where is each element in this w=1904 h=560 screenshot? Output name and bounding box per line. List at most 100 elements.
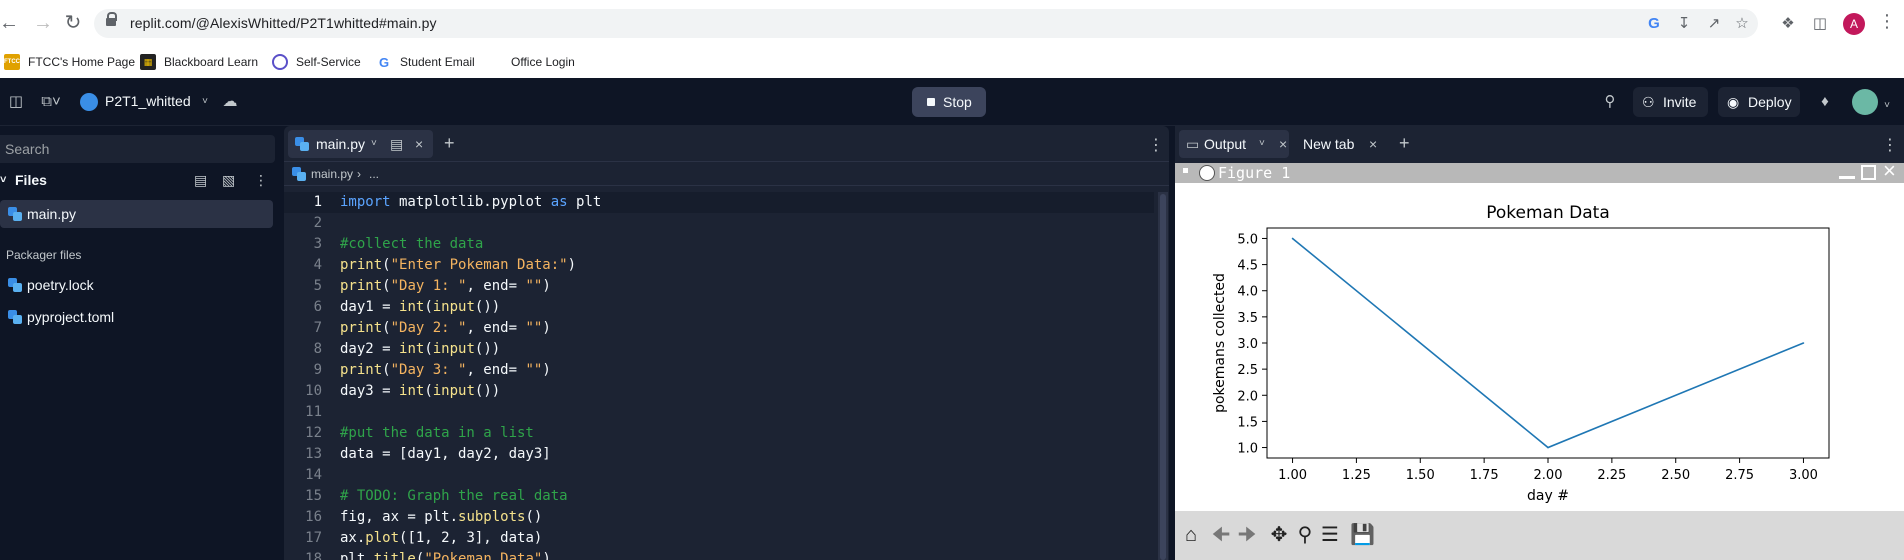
address-bar[interactable]: replit.com/@AlexisWhitted/P2T1whitted#ma… xyxy=(94,9,1758,38)
bookmark-star-icon[interactable]: ☆ xyxy=(1732,14,1752,34)
add-tab-icon[interactable]: + xyxy=(444,133,455,154)
breadcrumb-file[interactable]: main.py xyxy=(311,162,353,186)
bookmark-office-login[interactable]: Office Login xyxy=(488,52,575,72)
maximize-icon[interactable] xyxy=(1861,165,1876,180)
code-line[interactable]: 10 day3 = int(input()) xyxy=(284,381,1154,402)
bookmark-student-email[interactable]: G Student Email xyxy=(376,52,475,72)
search-input[interactable]: Search xyxy=(0,135,275,163)
close-icon[interactable]: × xyxy=(1369,130,1377,158)
pan-move-icon[interactable]: ✥ xyxy=(1267,523,1291,547)
chevron-down-icon: ˅ xyxy=(0,174,7,186)
user-avatar[interactable] xyxy=(1852,89,1878,115)
data-point xyxy=(1547,446,1549,449)
forward-arrow-icon[interactable]: → xyxy=(30,10,56,36)
google-translate-icon[interactable]: G xyxy=(1644,14,1664,34)
code-text: day2 = int(input()) xyxy=(340,341,501,357)
close-window-icon[interactable]: × xyxy=(1883,160,1896,182)
bookmark-label: Student Email xyxy=(400,55,475,69)
code-line[interactable]: 4 print("Enter Pokeman Data:") xyxy=(284,255,1154,276)
code-line[interactable]: 17 ax.plot([1, 2, 3], data) xyxy=(284,528,1154,549)
code-line[interactable]: 6 day1 = int(input()) xyxy=(284,297,1154,318)
cloud-sync-icon: ☁ xyxy=(222,93,238,110)
invite-button[interactable]: ⚇ Invite xyxy=(1633,87,1708,117)
stop-label: Stop xyxy=(943,94,972,110)
code-line[interactable]: 11 xyxy=(284,402,1154,423)
share-icon[interactable]: ↗ xyxy=(1704,14,1724,34)
chevron-down-icon[interactable]: ˅ xyxy=(1259,130,1265,158)
save-disk-icon[interactable]: 💾 xyxy=(1350,523,1375,547)
notifications-bell-icon[interactable]: ♦ xyxy=(1815,92,1835,112)
zoom-magnifier-icon[interactable]: ⚲ xyxy=(1293,523,1317,547)
chevron-down-icon[interactable]: ˅ xyxy=(1881,96,1893,116)
back-arrow-icon[interactable]: ← xyxy=(0,10,22,36)
code-line[interactable]: 7 print("Day 2: ", end= "") xyxy=(284,318,1154,339)
code-area[interactable]: 1 import matplotlib.pyplot as plt 2 3 #colle… xyxy=(284,192,1154,560)
code-text: # TODO: Graph the real data xyxy=(340,488,568,504)
close-icon[interactable]: × xyxy=(1279,130,1287,158)
side-panel-icon[interactable]: ◫ xyxy=(1810,14,1830,34)
close-icon[interactable]: × xyxy=(415,130,423,158)
data-point xyxy=(1802,342,1805,344)
browser-menu-icon[interactable]: ⋮ xyxy=(1878,11,1896,32)
code-line[interactable]: 2 xyxy=(284,213,1154,234)
scrollbar-thumb[interactable] xyxy=(1160,194,1166,560)
tab-new-tab[interactable]: New tab × xyxy=(1303,130,1383,158)
repl-name[interactable]: P2T1_whitted xyxy=(105,93,191,109)
more-options-icon[interactable]: ⋮ xyxy=(1882,135,1898,155)
add-tab-icon[interactable]: + xyxy=(1399,133,1410,154)
breadcrumb-more[interactable]: ... xyxy=(369,162,379,186)
google-icon: G xyxy=(378,54,390,70)
bookmark-ftcc[interactable]: FTCC FTCC's Home Page xyxy=(4,52,135,72)
code-line[interactable]: 18 plt.title("Pokeman Data") xyxy=(284,549,1154,560)
files-header[interactable]: ˅ Files ▤ ▧ ⋮ xyxy=(0,166,278,194)
file-sidebar: Search ˅ Files ▤ ▧ ⋮ main.py Packager fi… xyxy=(0,126,278,560)
reload-icon[interactable]: ↻ xyxy=(60,10,86,36)
more-options-icon[interactable]: ⋮ xyxy=(254,166,268,194)
code-line[interactable]: 15 # TODO: Graph the real data xyxy=(284,486,1154,507)
split-view-icon[interactable]: ▤ xyxy=(390,130,403,158)
chevron-down-icon[interactable]: ˅ xyxy=(371,130,377,158)
home-icon[interactable]: ⌂ xyxy=(1179,523,1203,547)
code-line[interactable]: 16 fig, ax = plt.subplots() xyxy=(284,507,1154,528)
bookmark-self-service[interactable]: Self-Service xyxy=(272,52,361,72)
new-file-icon[interactable]: ▤ xyxy=(194,166,207,194)
code-line[interactable]: 8 day2 = int(input()) xyxy=(284,339,1154,360)
bookmark-label: Office Login xyxy=(511,55,575,69)
file-item-main-py[interactable]: main.py xyxy=(0,200,273,228)
back-arrow-icon[interactable]: 🠈 xyxy=(1209,523,1233,547)
url-text[interactable]: replit.com/@AlexisWhitted/P2T1whitted#ma… xyxy=(130,15,437,31)
search-icon[interactable]: ⚲ xyxy=(1600,92,1620,112)
figure-title: Figure 1 xyxy=(1218,164,1291,182)
code-line[interactable]: 1 import matplotlib.pyplot as plt xyxy=(284,192,1154,213)
new-folder-icon[interactable]: ▧ xyxy=(222,166,235,194)
more-options-icon[interactable]: ⋮ xyxy=(1148,135,1164,155)
chevron-right-icon: › xyxy=(357,167,361,181)
chevron-down-icon[interactable]: ˅ xyxy=(199,92,211,112)
stop-button[interactable]: Stop xyxy=(912,87,986,117)
code-line[interactable]: 14 xyxy=(284,465,1154,486)
file-item-pyproject-toml[interactable]: pyproject.toml xyxy=(0,303,273,331)
extensions-puzzle-icon[interactable]: ❖ xyxy=(1778,14,1798,34)
file-item-poetry-lock[interactable]: poetry.lock xyxy=(0,271,273,299)
python-file-icon xyxy=(8,278,22,292)
deploy-button[interactable]: ◉ Deploy xyxy=(1718,87,1800,117)
code-line[interactable]: 3 #collect the data xyxy=(284,234,1154,255)
code-line[interactable]: 9 print("Day 3: ", end= "") xyxy=(284,360,1154,381)
bookmark-blackboard[interactable]: ▦ Blackboard Learn xyxy=(140,52,258,72)
code-text: import matplotlib.pyplot as plt xyxy=(340,194,602,210)
profile-avatar[interactable]: A xyxy=(1843,13,1865,35)
tab-main-py[interactable]: main.py ˅ ▤ × xyxy=(288,130,433,158)
forward-arrow-icon[interactable]: 🠊 xyxy=(1235,523,1259,547)
code-line[interactable]: 12 #put the data in a list xyxy=(284,423,1154,444)
install-app-icon[interactable]: ↧ xyxy=(1674,14,1694,34)
minimize-icon[interactable] xyxy=(1839,176,1855,179)
window-menu-icon[interactable] xyxy=(1183,168,1188,173)
line-number: 2 xyxy=(313,215,322,231)
code-line[interactable]: 5 print("Day 1: ", end= "") xyxy=(284,276,1154,297)
sidebar-toggle-icon[interactable]: ◫ xyxy=(6,92,26,112)
code-text: ax.plot([1, 2, 3], data) xyxy=(340,530,543,546)
configure-subplots-icon[interactable]: ☰ xyxy=(1318,523,1342,547)
replit-logo-icon[interactable]: ⧉˅ xyxy=(36,92,66,112)
tab-output[interactable]: ▭ Output ˅ × xyxy=(1179,130,1289,158)
code-line[interactable]: 13 data = [day1, day2, day3] xyxy=(284,444,1154,465)
